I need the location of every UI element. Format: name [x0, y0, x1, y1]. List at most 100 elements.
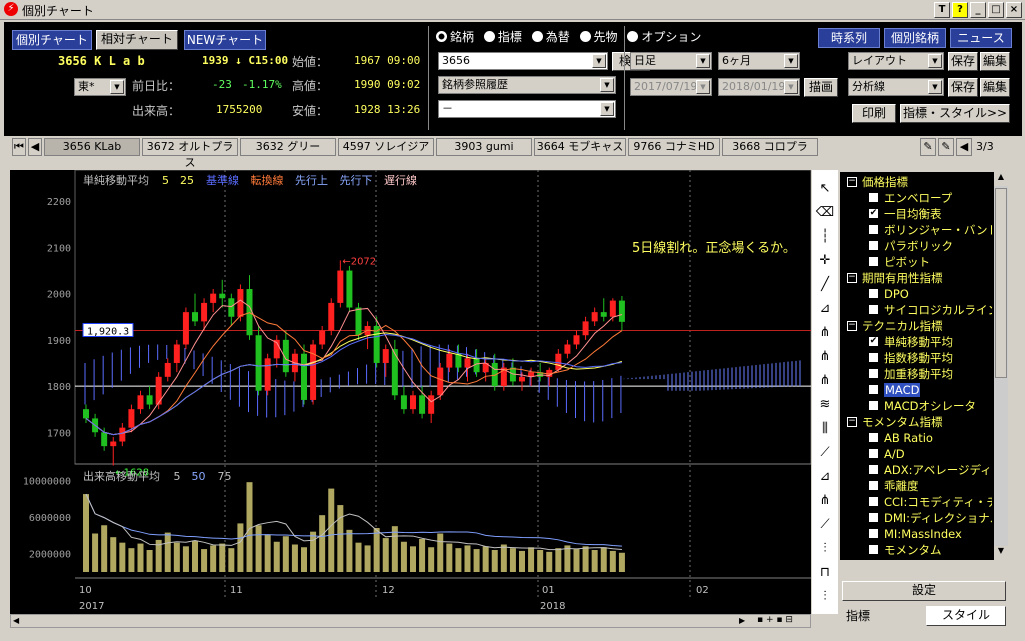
radio-stock[interactable]: 銘柄: [436, 30, 474, 44]
collapse-icon[interactable]: −: [847, 177, 857, 187]
tree-item[interactable]: ADX:アベレージディレ: [842, 462, 992, 478]
tab-indicator[interactable]: 指標: [842, 606, 922, 626]
checkbox[interactable]: [868, 288, 879, 299]
panel-scrollbar[interactable]: ▲ ▼: [994, 172, 1008, 560]
close-button[interactable]: ×: [1006, 2, 1022, 18]
tree-item[interactable]: DPO: [842, 286, 992, 302]
panel-hscrollbar[interactable]: [840, 560, 1008, 576]
range-icon[interactable]: ⊓: [814, 562, 836, 584]
angle-icon[interactable]: ⟋: [814, 514, 836, 536]
news-button[interactable]: ニュース: [950, 28, 1012, 48]
minimize-button[interactable]: _: [970, 2, 986, 18]
grid-icon[interactable]: ⫶: [814, 586, 836, 608]
tree-category[interactable]: − 期間有用性指標: [842, 270, 992, 286]
tree-item[interactable]: 指数移動平均: [842, 350, 992, 366]
tree-item[interactable]: ✔ 単純移動平均: [842, 334, 992, 350]
tab-style[interactable]: スタイル: [926, 606, 1006, 626]
radio-fx[interactable]: 為替: [531, 30, 570, 44]
tree-item[interactable]: MI:MassIndex: [842, 526, 992, 542]
scroll-down-icon[interactable]: ▼: [994, 546, 1008, 560]
individual-stock-button[interactable]: 個別銘柄: [884, 28, 946, 48]
chart-scrollbar[interactable]: ◀ ▶ ▪ + ▪ ⊟: [10, 614, 811, 628]
stock-tab[interactable]: 3656 KLab: [44, 138, 140, 156]
save-button[interactable]: 保存: [948, 52, 978, 71]
checkbox[interactable]: [868, 448, 879, 459]
scroll-up-icon[interactable]: ▲: [994, 172, 1008, 186]
checkbox[interactable]: [868, 384, 879, 395]
radio-options[interactable]: オプション: [627, 30, 701, 44]
text-button[interactable]: T: [934, 2, 950, 18]
checkbox[interactable]: [868, 240, 879, 251]
tree-item[interactable]: ボリンジャー・バンド: [842, 222, 992, 238]
checkbox[interactable]: ✔: [868, 336, 879, 347]
checkbox[interactable]: [868, 464, 879, 475]
period-range-select[interactable]: 6ヶ月 ▼: [718, 52, 800, 70]
period-unit-select[interactable]: 日足 ▼: [630, 52, 712, 70]
exchange-select[interactable]: 東* ▼: [74, 78, 126, 96]
cursor-icon[interactable]: ↖: [814, 178, 836, 200]
prev-tab-icon[interactable]: ◀: [28, 138, 42, 156]
vertical-line-icon[interactable]: ┆: [814, 226, 836, 248]
checkbox[interactable]: [868, 304, 879, 315]
history-select[interactable]: 銘柄参照履歴 ▼: [438, 76, 616, 94]
pitchfork-icon[interactable]: ⋔: [814, 370, 836, 392]
tree-item[interactable]: A/D: [842, 446, 992, 462]
checkbox[interactable]: [868, 352, 879, 363]
checkbox[interactable]: [868, 256, 879, 267]
checkbox[interactable]: [868, 224, 879, 235]
to-date-select[interactable]: 2018/01/19 ▼: [718, 78, 800, 96]
percent-icon[interactable]: ⫶: [814, 538, 836, 560]
tree-item[interactable]: MACDオシレータ: [842, 398, 992, 414]
new-chart-button[interactable]: NEWチャート: [184, 30, 266, 50]
checkbox[interactable]: [868, 528, 879, 539]
first-tab-icon[interactable]: ⏮: [12, 138, 26, 156]
back-arrow-icon[interactable]: ◀: [956, 138, 972, 156]
tree-item[interactable]: パラボリック: [842, 238, 992, 254]
tree-category[interactable]: − 価格指標: [842, 174, 992, 190]
print-button[interactable]: 印刷: [852, 104, 896, 123]
tree-item[interactable]: サイコロジカルライン: [842, 302, 992, 318]
tree-item[interactable]: エンベロープ: [842, 190, 992, 206]
tree-item[interactable]: 加重移動平均: [842, 366, 992, 382]
checkbox[interactable]: [868, 192, 879, 203]
scroll-right-icon[interactable]: ▶: [739, 616, 745, 625]
cross-icon[interactable]: ✛: [814, 250, 836, 272]
edit-button[interactable]: 編集: [980, 52, 1010, 71]
fibonacci-icon[interactable]: ⊿: [814, 298, 836, 320]
stock-tab[interactable]: 3632 グリー: [240, 138, 336, 156]
relative-chart-button[interactable]: 相対チャート: [96, 30, 178, 50]
settings-button[interactable]: 設定: [842, 581, 1006, 601]
maximize-button[interactable]: □: [988, 2, 1004, 18]
stock-tab[interactable]: 3668 コロプラ: [722, 138, 818, 156]
tree-item[interactable]: モメンタム: [842, 542, 992, 558]
checkbox[interactable]: [868, 432, 879, 443]
indicator-style-button[interactable]: 指標・スタイル>>: [900, 104, 1010, 123]
gann-icon[interactable]: ⋔: [814, 490, 836, 512]
trend-icon[interactable]: ╱: [814, 274, 836, 296]
checkbox[interactable]: [868, 368, 879, 379]
tree-item[interactable]: MACD: [842, 382, 992, 398]
tree-item[interactable]: DMI:ディレクショナル: [842, 510, 992, 526]
gann-fan-icon[interactable]: ⋔: [814, 346, 836, 368]
channel-icon[interactable]: ≋: [814, 394, 836, 416]
layout-select[interactable]: レイアウト ▼: [848, 52, 944, 70]
save-analysis-button[interactable]: 保存: [948, 78, 978, 97]
checkbox[interactable]: [868, 544, 879, 555]
scroll-left-icon[interactable]: ◀: [13, 616, 19, 625]
zoom-controls[interactable]: ▪ + ▪ ⊟: [757, 615, 807, 627]
from-date-select[interactable]: 2017/07/19 ▼: [630, 78, 712, 96]
checkbox[interactable]: [868, 400, 879, 411]
cycle-icon[interactable]: ⟋: [814, 442, 836, 464]
pen2-icon[interactable]: ✎: [938, 138, 954, 156]
blank-select[interactable]: － ▼: [438, 100, 616, 118]
collapse-icon[interactable]: −: [847, 321, 857, 331]
tree-item[interactable]: ピボット: [842, 254, 992, 270]
checkbox[interactable]: [868, 496, 879, 507]
fan-icon[interactable]: ⋔: [814, 322, 836, 344]
analysis-select[interactable]: 分析線 ▼: [848, 78, 944, 96]
stock-tab[interactable]: 3664 モブキャス: [534, 138, 626, 156]
stock-tab[interactable]: 3672 オルトプラス: [142, 138, 238, 169]
ratio-icon[interactable]: ⊿: [814, 466, 836, 488]
stock-tab[interactable]: 3903 gumi: [436, 138, 532, 156]
tree-item[interactable]: AB Ratio: [842, 430, 992, 446]
